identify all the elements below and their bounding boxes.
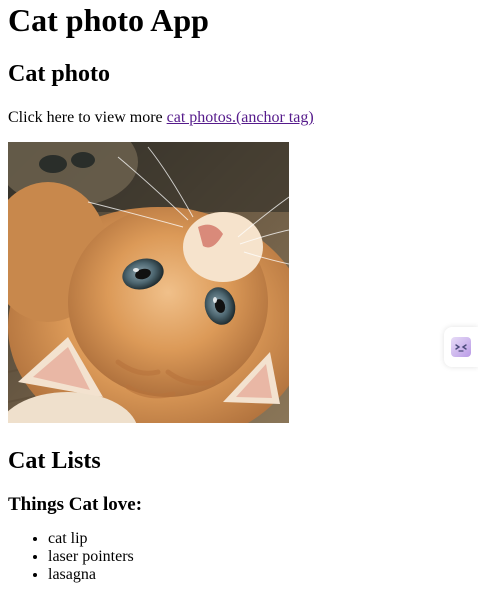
list-item: laser pointers — [48, 548, 470, 566]
cat-photo-image — [8, 142, 289, 423]
list-item: lasagna — [48, 566, 470, 584]
cat-photos-link[interactable]: cat photos.(anchor tag) — [167, 109, 314, 126]
things-cat-love-heading: Things Cat love: — [8, 494, 143, 515]
page-title: Cat photo App — [8, 2, 209, 38]
side-widget-button[interactable] — [444, 327, 478, 367]
page-content: Cat photo App Cat photo Click here to vi… — [0, 0, 478, 584]
cat-love-list: cat lip laser pointers lasagna — [8, 530, 470, 584]
cat-photo[interactable] — [8, 142, 289, 423]
cat-photo-heading: Cat photo — [8, 61, 111, 87]
intro-text: Click here to view more — [8, 109, 167, 126]
cat-lists-heading: Cat Lists — [8, 448, 101, 474]
list-item: cat lip — [48, 530, 470, 548]
face-icon — [451, 337, 471, 357]
intro-paragraph: Click here to view more cat photos.(anch… — [8, 108, 470, 127]
